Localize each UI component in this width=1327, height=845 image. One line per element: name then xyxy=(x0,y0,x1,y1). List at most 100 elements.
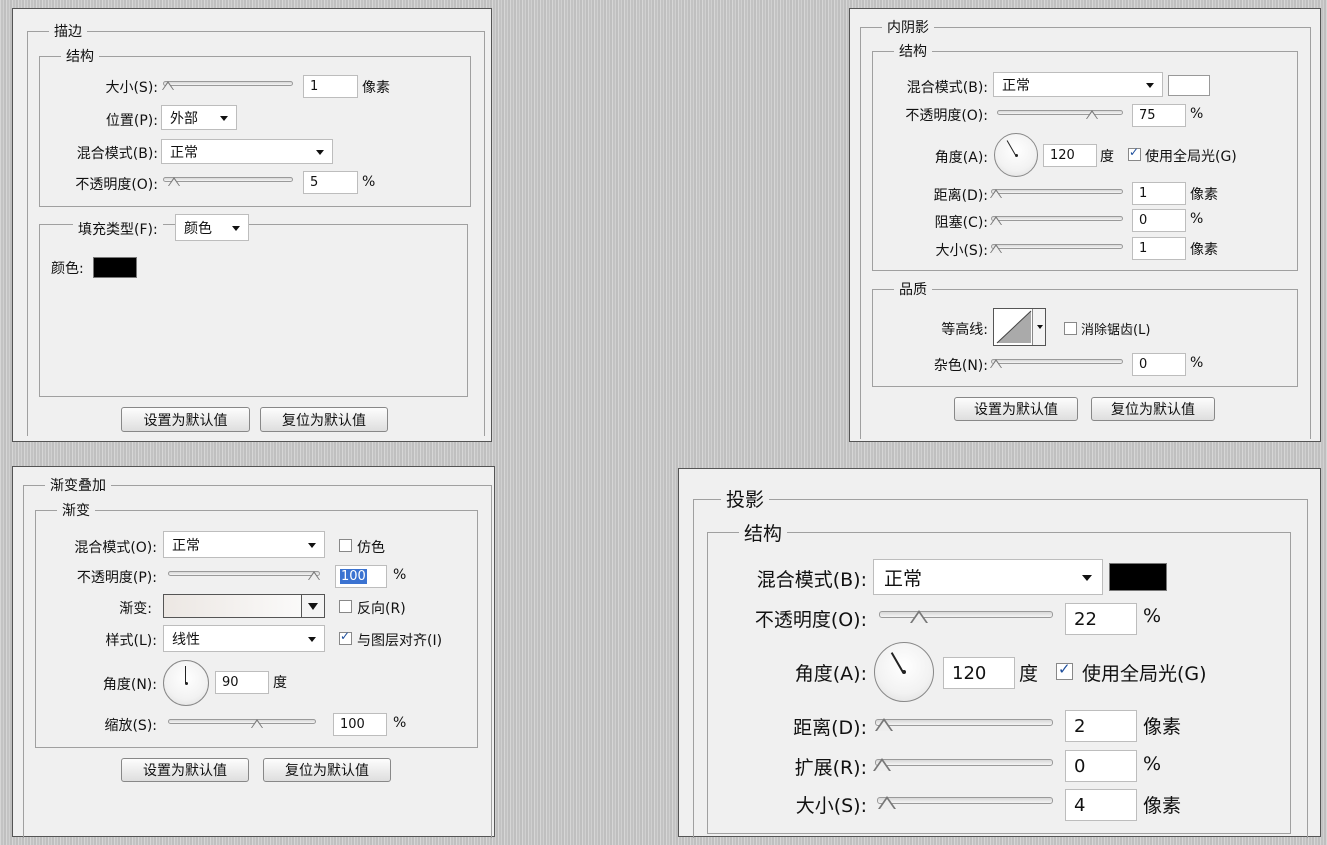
drop-shadow-opacity-slider[interactable] xyxy=(879,611,1053,618)
stroke-fill-type-select[interactable]: 颜色 xyxy=(175,214,249,241)
gradient-opacity-input[interactable]: 100 xyxy=(335,565,387,588)
inner-shadow-structure-title: 结构 xyxy=(894,41,932,61)
inner-shadow-choke-unit: % xyxy=(1190,211,1204,227)
inner-shadow-opacity-input[interactable]: 75 xyxy=(1132,104,1186,127)
gradient-opacity-selected-text: 100 xyxy=(340,569,367,584)
inner-shadow-contour-label: 等高线: xyxy=(941,322,988,338)
drop-shadow-distance-slider[interactable] xyxy=(875,719,1053,726)
drop-shadow-blend-select[interactable]: 正常 xyxy=(873,559,1103,595)
gradient-style-value: 线性 xyxy=(172,631,200,648)
gradient-blend-value: 正常 xyxy=(172,537,200,554)
stroke-blend-label: 混合模式(B): xyxy=(76,146,158,162)
inner-shadow-size-label: 大小(S): xyxy=(935,243,988,259)
stroke-position-value: 外部 xyxy=(170,110,198,127)
stroke-opacity-slider[interactable] xyxy=(163,177,293,182)
drop-shadow-global-light-label[interactable]: 使用全局光(G) xyxy=(1082,659,1207,686)
inner-shadow-distance-unit: 像素 xyxy=(1190,187,1218,203)
drop-shadow-title: 投影 xyxy=(721,485,770,512)
stroke-color-swatch[interactable] xyxy=(93,257,137,278)
gradient-blend-select[interactable]: 正常 xyxy=(163,531,325,558)
inner-shadow-color-swatch[interactable] xyxy=(1168,75,1210,96)
inner-shadow-distance-label: 距离(D): xyxy=(933,188,988,204)
inner-shadow-choke-slider[interactable] xyxy=(991,216,1123,221)
stroke-size-input[interactable]: 1 xyxy=(303,75,358,98)
inner-shadow-choke-input[interactable]: 0 xyxy=(1132,209,1186,232)
drop-shadow-blend-label: 混合模式(B): xyxy=(756,569,867,591)
gradient-make-default-button[interactable]: 设置为默认值 xyxy=(121,758,249,782)
inner-shadow-antialias-checkbox[interactable] xyxy=(1064,322,1077,335)
gradient-angle-input[interactable]: 90 xyxy=(215,671,269,694)
inner-shadow-blend-select[interactable]: 正常 xyxy=(993,72,1163,97)
gradient-style-select[interactable]: 线性 xyxy=(163,625,325,652)
gradient-reset-default-button[interactable]: 复位为默认值 xyxy=(263,758,391,782)
stroke-color-label: 颜色: xyxy=(51,261,84,277)
gradient-dither-label[interactable]: 仿色 xyxy=(357,537,385,557)
gradient-scale-input[interactable]: 100 xyxy=(333,713,387,736)
gradient-scale-slider[interactable] xyxy=(168,719,316,724)
angle-pivot-icon xyxy=(902,670,906,674)
drop-shadow-opacity-input[interactable]: 22 xyxy=(1065,603,1137,635)
inner-shadow-panel: 内阴影 结构 混合模式(B): 正常 不透明度(O): 75 % 角度(A): … xyxy=(849,8,1321,442)
stroke-title: 描边 xyxy=(49,21,87,41)
chevron-down-icon xyxy=(232,225,240,231)
drop-shadow-size-label: 大小(S): xyxy=(795,795,867,817)
inner-shadow-reset-default-button[interactable]: 复位为默认值 xyxy=(1091,397,1215,421)
gradient-blend-label: 混合模式(O): xyxy=(74,540,157,556)
stroke-blend-select[interactable]: 正常 xyxy=(161,139,333,164)
drop-shadow-size-input[interactable]: 4 xyxy=(1065,789,1137,821)
inner-shadow-angle-input[interactable]: 120 xyxy=(1043,144,1097,167)
drop-shadow-global-light-checkbox[interactable] xyxy=(1056,660,1073,680)
gradient-preview-picker[interactable] xyxy=(163,594,325,618)
inner-shadow-distance-slider[interactable] xyxy=(991,189,1123,194)
gradient-dither-checkbox[interactable] xyxy=(339,539,352,552)
gradient-opacity-slider[interactable] xyxy=(168,571,320,576)
drop-shadow-angle-dial[interactable] xyxy=(874,642,934,702)
inner-shadow-size-input[interactable]: 1 xyxy=(1132,237,1186,260)
inner-shadow-angle-label: 角度(A): xyxy=(934,150,988,166)
gradient-scale-label: 缩放(S): xyxy=(104,718,157,734)
drop-shadow-angle-label: 角度(A): xyxy=(794,663,867,685)
inner-shadow-opacity-label: 不透明度(O): xyxy=(905,108,988,124)
drop-shadow-size-unit: 像素 xyxy=(1143,795,1182,817)
drop-shadow-angle-input[interactable]: 120 xyxy=(943,657,1015,689)
drop-shadow-color-swatch[interactable] xyxy=(1109,563,1167,591)
drop-shadow-spread-input[interactable]: 0 xyxy=(1065,750,1137,782)
inner-shadow-opacity-slider[interactable] xyxy=(997,110,1123,115)
gradient-angle-dial[interactable] xyxy=(163,660,209,706)
inner-shadow-noise-input[interactable]: 0 xyxy=(1132,353,1186,376)
inner-shadow-distance-input[interactable]: 1 xyxy=(1132,182,1186,205)
contour-dropdown-arrow[interactable] xyxy=(1032,309,1045,345)
inner-shadow-antialias-label[interactable]: 消除锯齿(L) xyxy=(1081,319,1150,338)
gradient-align-checkbox[interactable] xyxy=(339,629,352,645)
inner-shadow-angle-dial[interactable] xyxy=(994,133,1038,177)
stroke-position-label: 位置(P): xyxy=(105,113,158,129)
stroke-position-select[interactable]: 外部 xyxy=(161,105,237,130)
stroke-make-default-button[interactable]: 设置为默认值 xyxy=(121,407,250,432)
drop-shadow-distance-input[interactable]: 2 xyxy=(1065,710,1137,742)
inner-shadow-size-slider[interactable] xyxy=(991,244,1123,249)
inner-shadow-noise-unit: % xyxy=(1190,355,1204,371)
stroke-structure-title: 结构 xyxy=(61,46,99,66)
inner-shadow-global-light-label[interactable]: 使用全局光(G) xyxy=(1145,146,1237,166)
inner-shadow-blend-value: 正常 xyxy=(1002,77,1030,94)
stroke-reset-default-button[interactable]: 复位为默认值 xyxy=(260,407,388,432)
inner-shadow-title: 内阴影 xyxy=(882,17,934,37)
inner-shadow-global-light-checkbox[interactable] xyxy=(1128,145,1141,161)
drop-shadow-spread-slider[interactable] xyxy=(875,759,1053,766)
drop-shadow-structure-title: 结构 xyxy=(739,519,788,546)
stroke-fill-group xyxy=(39,224,468,397)
gradient-align-label[interactable]: 与图层对齐(I) xyxy=(357,630,442,650)
gradient-dropdown-button[interactable] xyxy=(301,595,324,617)
stroke-size-slider[interactable] xyxy=(163,81,293,86)
inner-shadow-choke-label: 阻塞(C): xyxy=(934,215,988,231)
inner-shadow-make-default-button[interactable]: 设置为默认值 xyxy=(954,397,1078,421)
inner-shadow-contour-picker[interactable] xyxy=(993,308,1046,346)
inner-shadow-noise-slider[interactable] xyxy=(991,359,1123,364)
stroke-opacity-input[interactable]: 5 xyxy=(303,171,358,194)
gradient-reverse-label[interactable]: 反向(R) xyxy=(357,598,406,618)
drop-shadow-size-slider[interactable] xyxy=(877,797,1053,804)
chevron-down-icon xyxy=(1037,325,1043,329)
contour-curve-icon xyxy=(996,310,1032,344)
chevron-down-icon xyxy=(1146,82,1154,88)
gradient-reverse-checkbox[interactable] xyxy=(339,600,352,613)
